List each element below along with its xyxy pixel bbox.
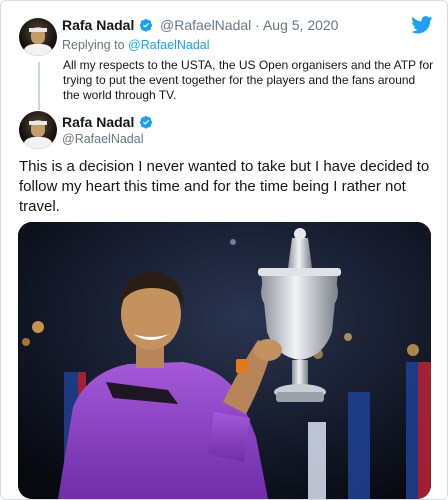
verified-badge-icon bbox=[139, 116, 153, 129]
avatar[interactable] bbox=[19, 111, 57, 149]
author-handle[interactable]: @RafaelNadal bbox=[62, 132, 143, 146]
main-tweet-text: This is a decision I never wanted to tak… bbox=[19, 158, 430, 215]
reply-tweet-text: All my respects to the USTA, the US Open… bbox=[63, 58, 434, 102]
thread-connector bbox=[38, 62, 40, 110]
replying-handle-link[interactable]: @RafaelNadal bbox=[128, 38, 209, 52]
meta-separator: · bbox=[255, 17, 260, 33]
verified-badge-icon bbox=[139, 19, 153, 32]
tweet-date[interactable]: Aug 5, 2020 bbox=[263, 17, 339, 33]
avatar[interactable] bbox=[19, 18, 57, 56]
tweet-photo[interactable] bbox=[18, 222, 431, 499]
author-handle[interactable]: @RafaelNadal bbox=[160, 17, 251, 33]
reply-meta: @RafaelNadal · Aug 5, 2020 bbox=[160, 17, 338, 33]
author-name[interactable]: Rafa Nadal bbox=[62, 17, 134, 33]
author-name[interactable]: Rafa Nadal bbox=[62, 114, 134, 130]
replying-to: Replying to @RafaelNadal bbox=[62, 38, 210, 52]
trophy-photo-illustration bbox=[18, 222, 431, 499]
tweet-card: Rafa Nadal @RafaelNadal · Aug 5, 2020 Re… bbox=[0, 0, 448, 500]
replying-prefix: Replying to bbox=[62, 38, 125, 52]
twitter-bird-icon[interactable] bbox=[411, 16, 433, 34]
